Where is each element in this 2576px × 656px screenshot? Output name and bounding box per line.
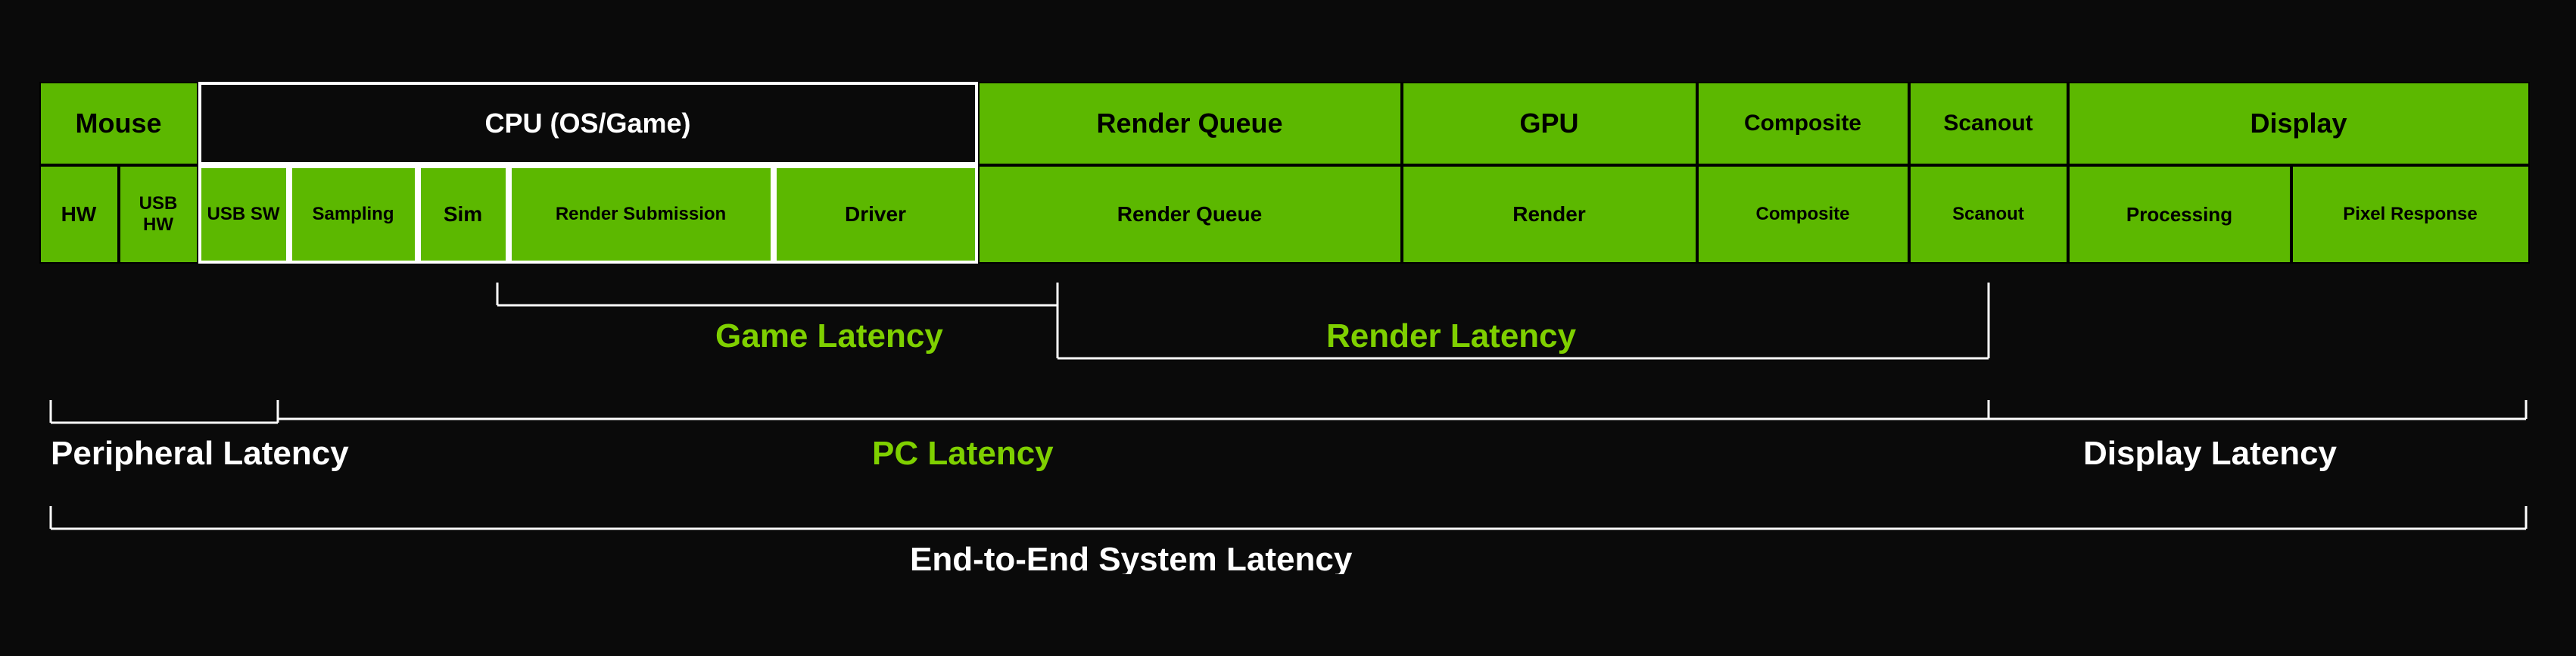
sub-sampling: Sampling — [289, 165, 418, 264]
sub-renderqueue: Render Queue — [978, 165, 1402, 264]
top-cpu: CPU (OS/Game) — [198, 82, 978, 165]
sub-usbhw: USB HW — [119, 165, 198, 264]
top-renderqueue: Render Queue — [978, 82, 1402, 165]
sub-sim: Sim — [418, 165, 509, 264]
bracket-section: Game Latency Render Latency Peripheral L… — [39, 271, 2537, 574]
sub-driver: Driver — [774, 165, 978, 264]
sub-render: Render — [1402, 165, 1697, 264]
sub-usbsw: USB SW — [198, 165, 289, 264]
top-display: Display — [2068, 82, 2530, 165]
svg-text:Peripheral Latency: Peripheral Latency — [51, 435, 349, 472]
top-gpu: GPU — [1402, 82, 1697, 165]
sub-processing: Processing — [2068, 165, 2291, 264]
sub-pixelresponse: Pixel Response — [2291, 165, 2530, 264]
sub-composite: Composite — [1697, 165, 1909, 264]
svg-text:End-to-End System Latency: End-to-End System Latency — [910, 541, 1353, 574]
svg-text:Game Latency: Game Latency — [715, 317, 943, 355]
top-scanout: Scanout — [1909, 82, 2068, 165]
svg-text:PC Latency: PC Latency — [872, 435, 1054, 472]
sub-row: HW USB HW USB SW Sampling Sim Render Sub… — [39, 165, 2537, 264]
svg-text:Display Latency: Display Latency — [2083, 435, 2338, 472]
top-composite: Composite — [1697, 82, 1909, 165]
sub-hw: HW — [39, 165, 119, 264]
sub-rendersubmission: Render Submission — [509, 165, 774, 264]
diagram: Mouse CPU (OS/Game) Render Queue GPU Com… — [39, 82, 2537, 574]
top-mouse: Mouse — [39, 82, 198, 165]
svg-text:Render Latency: Render Latency — [1326, 317, 1577, 355]
sub-scanout: Scanout — [1909, 165, 2068, 264]
top-row: Mouse CPU (OS/Game) Render Queue GPU Com… — [39, 82, 2537, 165]
